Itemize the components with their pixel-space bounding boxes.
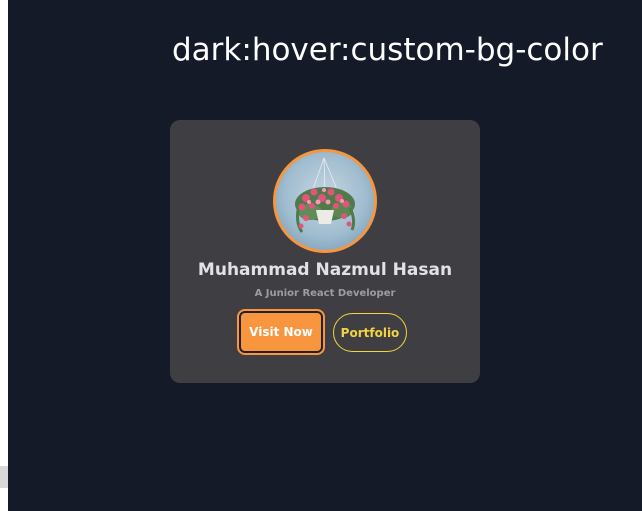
visit-now-button[interactable]: Visit Now — [237, 309, 325, 355]
profile-card: Muhammad Nazmul Hasan A Junior React Dev… — [170, 120, 480, 383]
portfolio-button[interactable]: Portfolio — [333, 313, 407, 352]
hanging-flower-basket-icon — [276, 152, 374, 250]
scrollbar-thumb[interactable] — [0, 466, 8, 488]
page-title: dark:hover:custom-bg-color — [172, 32, 603, 68]
window-left-edge — [0, 0, 8, 511]
avatar — [273, 149, 377, 253]
profile-name: Muhammad Nazmul Hasan — [197, 260, 453, 280]
profile-role: A Junior React Developer — [254, 288, 396, 299]
